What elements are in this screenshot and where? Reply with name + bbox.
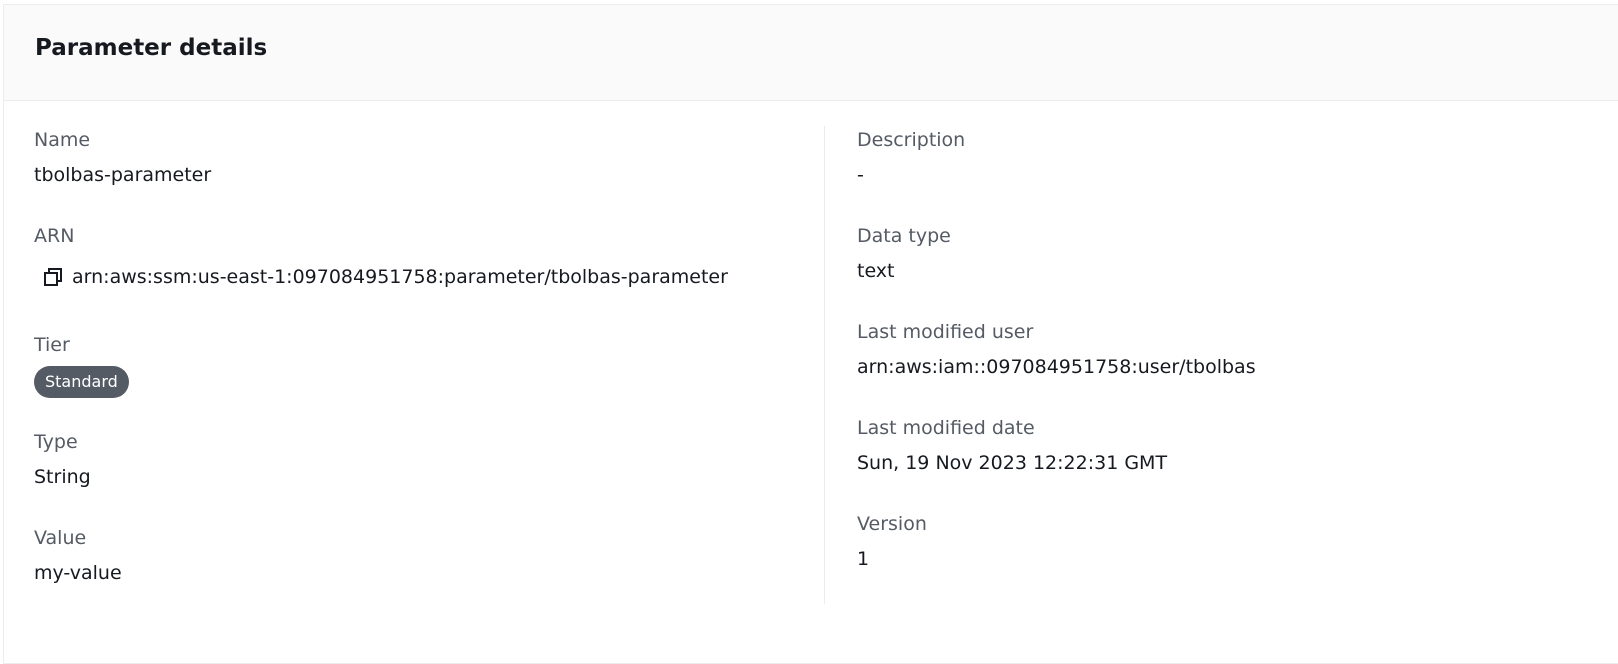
value-value: my-value [34,562,122,584]
parameter-details-panel: Parameter details Name tbolbas-parameter… [3,4,1618,664]
last-modified-user-label: Last modified user [857,321,1034,343]
type-field: Type String [34,430,91,489]
description-field: Description - [857,128,965,187]
last-modified-user-field: Last modified user arn:aws:iam::09708495… [857,320,1256,379]
data-type-label: Data type [857,225,951,247]
type-label: Type [34,431,78,453]
name-label: Name [34,129,91,151]
last-modified-date-field: Last modified date Sun, 19 Nov 2023 12:2… [857,416,1167,475]
data-type-value: text [857,260,895,282]
last-modified-date-value: Sun, 19 Nov 2023 12:22:31 GMT [857,452,1168,474]
column-divider [824,126,825,604]
data-type-field: Data type text [857,224,951,283]
last-modified-date-label: Last modified date [857,417,1035,439]
value-label: Value [34,527,87,549]
description-label: Description [857,129,966,151]
arn-label: ARN [34,225,75,247]
arn-value: arn:aws:ssm:us-east-1:097084951758:param… [72,266,728,288]
name-field: Name tbolbas-parameter [34,128,211,187]
panel-header: Parameter details [4,5,1618,101]
type-value: String [34,466,91,488]
copy-icon[interactable] [42,266,64,288]
description-value: - [857,164,864,186]
last-modified-user-value: arn:aws:iam::097084951758:user/tbolbas [857,356,1256,378]
tier-field: Tier Standard [34,333,129,398]
panel-title: Parameter details [35,35,268,61]
value-field: Value my-value [34,526,122,585]
tier-badge: Standard [34,366,129,398]
arn-row: arn:aws:ssm:us-east-1:097084951758:param… [42,265,728,289]
version-field: Version 1 [857,512,927,571]
arn-field: ARN arn:aws:ssm:us-east-1:097084951758:p… [34,224,728,289]
version-label: Version [857,513,927,535]
name-value: tbolbas-parameter [34,164,212,186]
version-value: 1 [857,548,870,570]
tier-label: Tier [34,334,70,356]
